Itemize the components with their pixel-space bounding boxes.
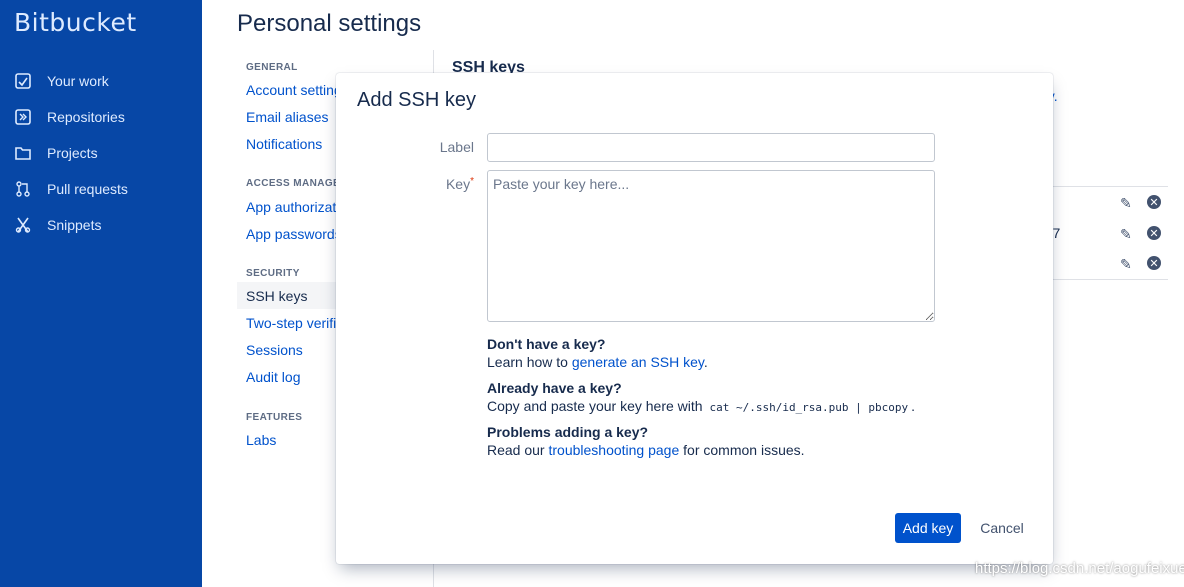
help-text: Copy and paste your key here with cat ~/…: [487, 398, 916, 414]
add-key-button[interactable]: Add key: [895, 513, 961, 543]
help-have-key: Already have a key? Copy and paste your …: [487, 379, 1007, 417]
help-text: Learn how to generate an SSH key.: [487, 354, 708, 370]
cancel-button[interactable]: Cancel: [972, 513, 1032, 543]
key-field-label: Key*: [445, 176, 474, 192]
help-text: Read our troubleshooting page for common…: [487, 442, 805, 458]
help-problems: Problems adding a key? Read our troubles…: [487, 423, 1007, 459]
label-input[interactable]: [487, 133, 935, 162]
label-field-label: Label: [439, 139, 474, 155]
generate-ssh-key-link[interactable]: generate an SSH key: [572, 354, 704, 370]
add-ssh-key-dialog: Add SSH key Label Key* Don't have a key?…: [336, 73, 1053, 564]
help-question: Already have a key?: [487, 380, 622, 396]
troubleshooting-link[interactable]: troubleshooting page: [548, 442, 679, 458]
help-question: Don't have a key?: [487, 336, 606, 352]
key-textarea[interactable]: [487, 170, 935, 322]
copy-command-code: cat ~/.ssh/id_rsa.pub | pbcopy: [706, 401, 912, 414]
help-no-key: Don't have a key? Learn how to generate …: [487, 335, 1007, 371]
watermark: https://blog.csdn.net/aogufeixue: [975, 560, 1184, 577]
help-question: Problems adding a key?: [487, 424, 649, 440]
required-marker: *: [470, 176, 474, 187]
dialog-title: Add SSH key: [357, 89, 476, 111]
